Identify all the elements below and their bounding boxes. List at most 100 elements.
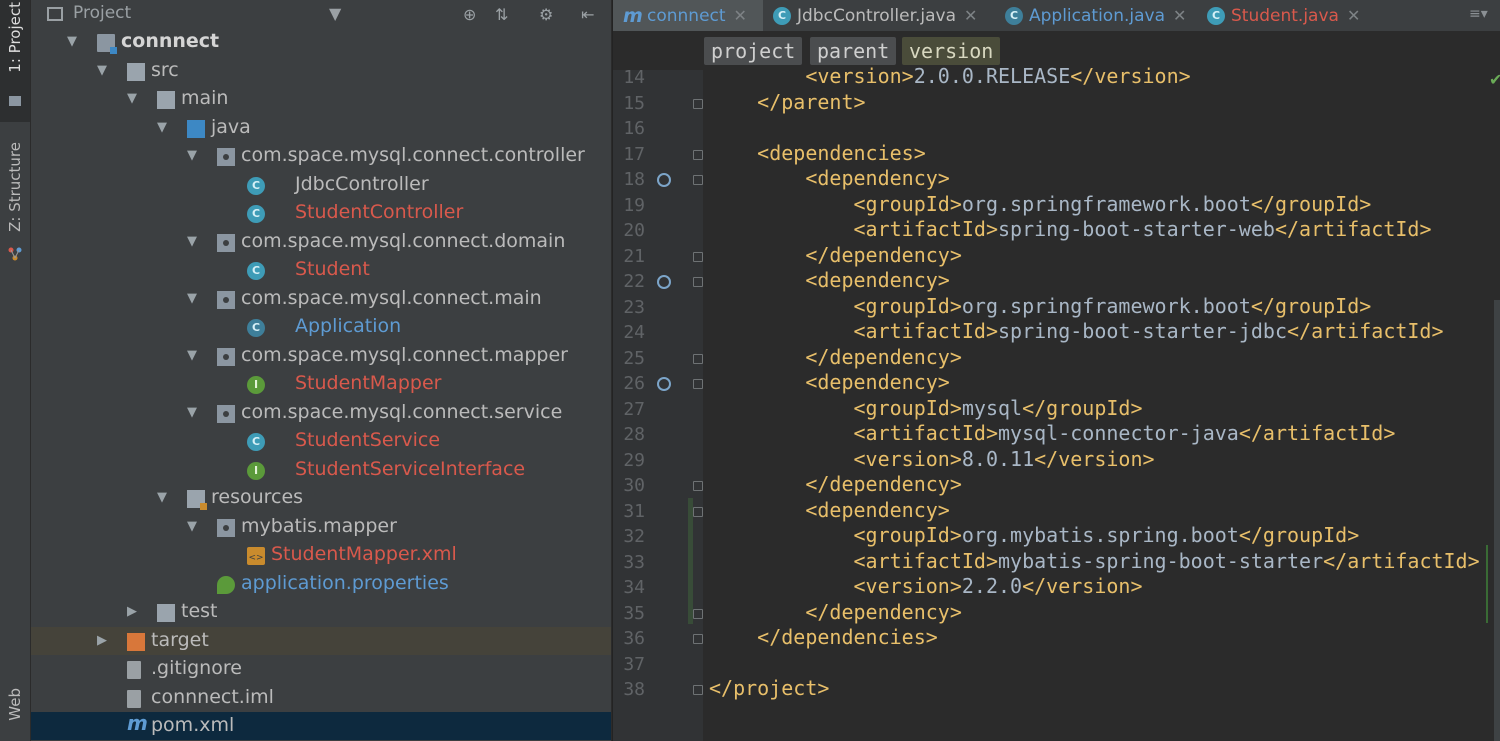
editor-tab[interactable]: C JdbcController.java ✕ bbox=[773, 0, 977, 31]
gear-icon[interactable]: ⚙ bbox=[539, 5, 553, 24]
tree-node[interactable]: C Student bbox=[31, 256, 611, 284]
code-line[interactable]: <dependency> bbox=[709, 268, 950, 292]
breadcrumb-item[interactable]: project bbox=[704, 37, 803, 65]
tree-node[interactable]: ▼ com.space.mysql.connect.controller bbox=[31, 142, 611, 170]
fold-marker-icon[interactable] bbox=[693, 277, 703, 287]
fold-marker-icon[interactable] bbox=[693, 98, 703, 109]
code-line[interactable]: <groupId>org.springframework.boot</group… bbox=[709, 294, 1372, 318]
dependency-marker-icon[interactable] bbox=[657, 173, 671, 187]
tree-node[interactable]: C StudentController bbox=[31, 199, 611, 227]
code-line[interactable]: <version>2.2.0</version> bbox=[709, 574, 1143, 598]
editor-tab[interactable]: m connnect ✕ bbox=[613, 0, 763, 31]
tree-node[interactable]: <> StudentMapper.xml bbox=[31, 541, 611, 569]
code-line[interactable]: <version>2.0.0.RELEASE</version> bbox=[709, 64, 1190, 88]
fold-marker-icon[interactable] bbox=[693, 506, 703, 517]
tab-list-icon[interactable]: ≡▾ bbox=[1469, 6, 1488, 22]
hide-panel-icon[interactable]: ⇤ bbox=[581, 5, 594, 24]
scrollbar[interactable] bbox=[1494, 300, 1500, 741]
tree-node[interactable]: C Application bbox=[31, 313, 611, 341]
tool-tab-web[interactable]: Web bbox=[0, 686, 30, 736]
dependency-marker-icon[interactable] bbox=[657, 377, 671, 391]
code-line[interactable]: <artifactId>spring-boot-starter-jdbc</ar… bbox=[709, 319, 1444, 343]
collapse-all-icon[interactable]: ⇅ bbox=[495, 5, 508, 24]
tree-node[interactable]: ▼ com.space.mysql.connect.domain bbox=[31, 228, 611, 256]
tree-node[interactable]: C StudentService bbox=[31, 427, 611, 455]
close-icon[interactable]: ✕ bbox=[1347, 6, 1360, 25]
chevron-down-icon[interactable]: ▼ bbox=[187, 148, 197, 163]
close-icon[interactable]: ✕ bbox=[734, 6, 747, 25]
tree-node[interactable]: ▶ test bbox=[31, 598, 611, 626]
tree-node[interactable]: ▼ src bbox=[31, 57, 611, 85]
fold-marker-icon[interactable] bbox=[693, 685, 703, 695]
code-line[interactable]: </dependency> bbox=[709, 472, 962, 496]
tree-node[interactable]: ▶ target bbox=[31, 627, 611, 655]
code-line[interactable]: </dependency> bbox=[709, 345, 962, 369]
code-line[interactable]: <groupId>org.mybatis.spring.boot</groupI… bbox=[709, 523, 1360, 547]
tree-node[interactable]: C JdbcController bbox=[31, 171, 611, 199]
code-line[interactable]: <dependency> bbox=[709, 166, 950, 190]
dependency-marker-icon[interactable] bbox=[657, 275, 671, 289]
fold-marker-icon[interactable] bbox=[693, 608, 703, 619]
tree-node[interactable]: ▼ mybatis.mapper bbox=[31, 513, 611, 541]
code-line[interactable]: </dependencies> bbox=[709, 625, 938, 649]
tree-node[interactable]: I StudentServiceInterface bbox=[31, 456, 611, 484]
chevron-down-icon[interactable]: ▼ bbox=[187, 348, 197, 363]
chevron-down-icon[interactable]: ▼ bbox=[127, 91, 137, 106]
tree-node[interactable]: connnect.iml bbox=[31, 684, 611, 712]
tree-node[interactable]: ▼ java bbox=[31, 114, 611, 142]
code-line[interactable]: </dependency> bbox=[709, 243, 962, 267]
tree-node[interactable]: .gitignore bbox=[31, 655, 611, 683]
chevron-down-icon[interactable]: ▼ bbox=[97, 63, 107, 78]
fold-marker-icon[interactable] bbox=[693, 353, 703, 364]
chevron-down-icon[interactable]: ▼ bbox=[187, 519, 197, 534]
fold-marker-icon[interactable] bbox=[693, 634, 703, 644]
chevron-down-icon[interactable]: ▼ bbox=[67, 34, 77, 49]
fold-marker-icon[interactable] bbox=[693, 149, 703, 160]
tree-node[interactable]: m pom.xml bbox=[31, 711, 611, 740]
code-line[interactable]: <artifactId>mybatis-spring-boot-starter<… bbox=[709, 549, 1480, 573]
code-line[interactable]: </project> bbox=[709, 676, 829, 700]
line-number: 27 bbox=[623, 398, 645, 420]
tree-node-label: connnect.iml bbox=[151, 686, 274, 708]
breadcrumb-item[interactable]: parent bbox=[810, 37, 897, 65]
chevron-right-icon[interactable]: ▶ bbox=[97, 633, 107, 648]
code-line[interactable]: <groupId>mysql</groupId> bbox=[709, 396, 1143, 420]
tree-node[interactable]: ▼ com.space.mysql.connect.main bbox=[31, 285, 611, 313]
code-line[interactable]: <artifactId>spring-boot-starter-web</art… bbox=[709, 217, 1432, 241]
tool-tab-project[interactable]: 1: Project bbox=[0, 0, 30, 122]
editor-tab[interactable]: C Application.java ✕ bbox=[1005, 0, 1186, 31]
tree-node[interactable]: ▼ main bbox=[31, 85, 611, 113]
chevron-down-icon[interactable]: ▼ bbox=[187, 234, 197, 249]
chevron-down-icon[interactable]: ▼ bbox=[187, 405, 197, 420]
chevron-down-icon[interactable]: ▼ bbox=[187, 291, 197, 306]
tree-node[interactable]: ▼ connnect bbox=[31, 28, 611, 56]
close-icon[interactable]: ✕ bbox=[964, 6, 977, 25]
code-line[interactable]: <dependencies> bbox=[709, 141, 926, 165]
fold-marker-icon[interactable] bbox=[693, 379, 703, 389]
code-line[interactable]: <dependency> bbox=[709, 370, 950, 394]
editor-tab[interactable]: C Student.java ✕ bbox=[1207, 0, 1360, 31]
tool-tab-structure[interactable]: Z: Structure bbox=[0, 140, 30, 266]
code-line[interactable]: <dependency> bbox=[709, 498, 950, 522]
tree-node[interactable]: application.properties bbox=[31, 570, 611, 598]
project-panel-title[interactable]: Project bbox=[73, 3, 131, 23]
breadcrumb-item[interactable]: version bbox=[902, 37, 1001, 65]
code-line[interactable]: <artifactId>mysql-connector-java</artifa… bbox=[709, 421, 1396, 445]
tree-node[interactable]: ▼ com.space.mysql.connect.service bbox=[31, 399, 611, 427]
code-line[interactable]: <version>8.0.11</version> bbox=[709, 447, 1155, 471]
dropdown-icon[interactable]: ▼ bbox=[329, 4, 341, 23]
chevron-down-icon[interactable]: ▼ bbox=[157, 490, 167, 505]
code-line[interactable]: <groupId>org.springframework.boot</group… bbox=[709, 192, 1372, 216]
fold-marker-icon[interactable] bbox=[693, 175, 703, 185]
code-line[interactable]: </dependency> bbox=[709, 600, 962, 624]
locate-icon[interactable]: ⊕ bbox=[463, 5, 476, 24]
tree-node[interactable]: I StudentMapper bbox=[31, 370, 611, 398]
close-icon[interactable]: ✕ bbox=[1173, 6, 1186, 25]
chevron-right-icon[interactable]: ▶ bbox=[127, 604, 137, 619]
chevron-down-icon[interactable]: ▼ bbox=[157, 120, 167, 135]
code-line[interactable]: </parent> bbox=[709, 90, 865, 114]
tree-node[interactable]: ▼ resources bbox=[31, 484, 611, 512]
fold-marker-icon[interactable] bbox=[693, 481, 703, 491]
fold-marker-icon[interactable] bbox=[693, 251, 703, 262]
tree-node[interactable]: ▼ com.space.mysql.connect.mapper bbox=[31, 342, 611, 370]
